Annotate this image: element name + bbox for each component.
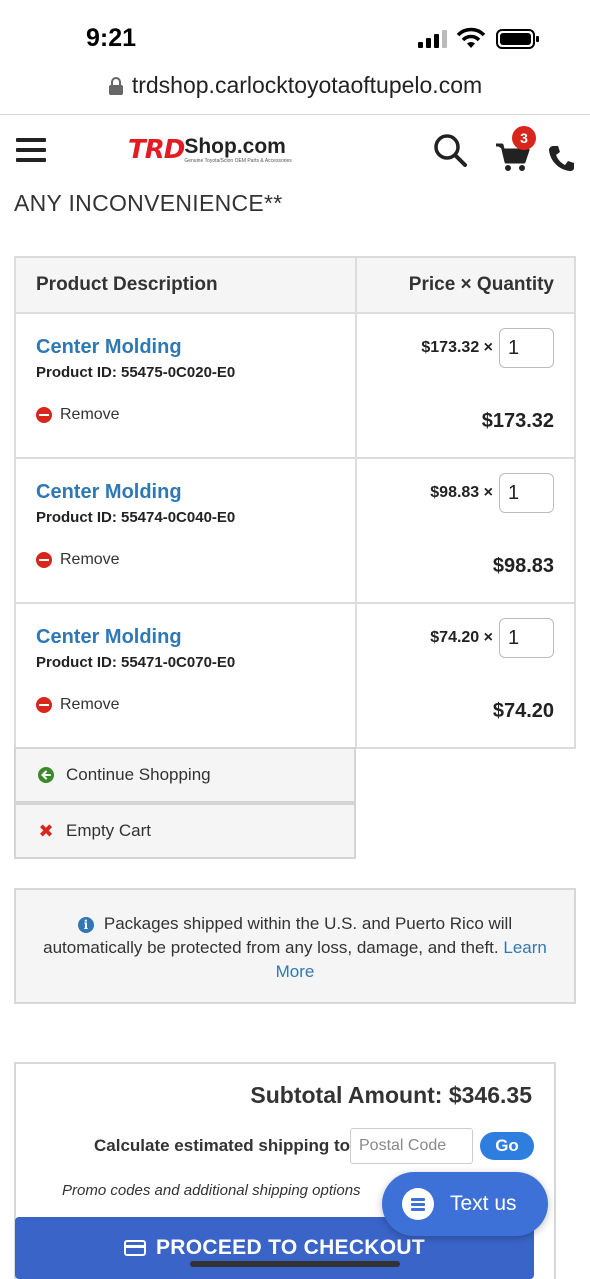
close-icon: ✖ (38, 820, 54, 841)
shipping-protection-text: Packages shipped within the U.S. and Pue… (43, 914, 513, 957)
item-unit-price: $98.83 × (430, 484, 493, 501)
quantity-input[interactable] (499, 473, 554, 513)
phone-icon[interactable] (548, 144, 574, 172)
quantity-input[interactable] (499, 618, 554, 658)
table-row: Center Molding Product ID: 55474-0C040-E… (14, 457, 577, 604)
status-time: 9:21 (86, 24, 137, 52)
logo-tagline: Genuine Toyota/Scion OEM Parts & Accesso… (184, 158, 292, 164)
table-row: Center Molding Product ID: 55475-0C020-E… (14, 312, 577, 459)
search-icon[interactable] (432, 132, 468, 168)
logo-trd: TRD (128, 135, 185, 165)
divider (0, 114, 590, 115)
item-unit-price: $74.20 × (430, 629, 493, 646)
item-title-link[interactable]: Center Molding (36, 481, 182, 504)
text-us-label: Text us (450, 1192, 517, 1215)
item-description-cell: Center Molding Product ID: 55474-0C040-E… (14, 457, 357, 604)
cart-count-badge: 3 (512, 126, 536, 150)
remove-circle-icon (36, 697, 52, 713)
home-indicator (190, 1261, 400, 1267)
lock-icon (108, 76, 123, 95)
remove-button[interactable]: Remove (36, 696, 120, 714)
item-product-id: Product ID: 55471-0C070-E0 (36, 654, 236, 671)
item-line-total: $98.83 (492, 555, 554, 577)
remove-circle-icon (36, 407, 52, 423)
remove-button[interactable]: Remove (36, 406, 120, 424)
shipping-protection-notice: i Packages shipped within the U.S. and Pu… (14, 888, 576, 1004)
go-button[interactable]: Go (480, 1132, 534, 1160)
subtotal-amount: Subtotal Amount: $346.35 (250, 1082, 532, 1108)
continue-shopping-label: Continue Shopping (66, 765, 211, 784)
info-icon: i (77, 916, 94, 933)
remove-label: Remove (60, 696, 120, 713)
quantity-input[interactable] (499, 328, 554, 368)
item-line-total: $74.20 (492, 700, 554, 722)
checkout-label: PROCEED TO CHECKOUT (156, 1236, 425, 1259)
wifi-icon (456, 27, 486, 48)
status-bar: 9:21 (0, 0, 590, 70)
signal-icon (418, 30, 447, 48)
postal-code-input[interactable] (350, 1128, 473, 1164)
item-title-link[interactable]: Center Molding (36, 336, 182, 359)
credit-card-icon (124, 1240, 146, 1256)
column-header-price-quantity: Price × Quantity (354, 256, 577, 314)
item-price-cell: $98.83 × $98.83 (354, 457, 577, 604)
arrow-left-circle-icon (38, 767, 54, 783)
remove-label: Remove (60, 406, 120, 423)
logo-shop: Shop.com (184, 135, 286, 158)
item-title-link[interactable]: Center Molding (36, 626, 182, 649)
url-text: trdshop.carlocktoyotaoftupelo.com (131, 72, 483, 98)
item-line-total: $173.32 (481, 410, 554, 432)
item-price-cell: $173.32 × $173.32 (354, 312, 577, 459)
site-header: TRD Shop.com Genuine Toyota/Scion OEM Pa… (0, 118, 590, 184)
cart-table: Product Description Price × Quantity Cen… (14, 256, 577, 749)
hamburger-menu-icon[interactable] (16, 138, 46, 162)
remove-label: Remove (60, 551, 120, 568)
item-price-cell: $74.20 × $74.20 (354, 602, 577, 749)
battery-icon (496, 29, 539, 49)
chat-bubble-icon (402, 1188, 434, 1220)
promo-codes-text: Promo codes and additional shipping opti… (62, 1182, 361, 1199)
table-row: Center Molding Product ID: 55471-0C070-E… (14, 602, 577, 749)
remove-circle-icon (36, 552, 52, 568)
address-bar[interactable]: trdshop.carlocktoyotaoftupelo.com (0, 72, 590, 112)
shipping-estimate-label: Calculate estimated shipping to (94, 1136, 350, 1155)
continue-shopping-button[interactable]: Continue Shopping (14, 747, 356, 803)
item-description-cell: Center Molding Product ID: 55475-0C020-E… (14, 312, 357, 459)
item-description-cell: Center Molding Product ID: 55471-0C070-E… (14, 602, 357, 749)
remove-button[interactable]: Remove (36, 551, 120, 569)
text-us-chat-button[interactable]: Text us (382, 1172, 548, 1236)
item-product-id: Product ID: 55474-0C040-E0 (36, 509, 236, 526)
table-header-row: Product Description Price × Quantity (14, 256, 577, 314)
notice-text: ANY INCONVENIENCE** (14, 190, 283, 216)
item-product-id: Product ID: 55475-0C020-E0 (36, 364, 236, 381)
item-unit-price: $173.32 × (421, 339, 493, 356)
empty-cart-label: Empty Cart (66, 821, 152, 840)
column-header-description: Product Description (14, 256, 357, 314)
empty-cart-button[interactable]: ✖ Empty Cart (14, 803, 356, 859)
site-logo[interactable]: TRD Shop.com Genuine Toyota/Scion OEM Pa… (128, 136, 292, 170)
